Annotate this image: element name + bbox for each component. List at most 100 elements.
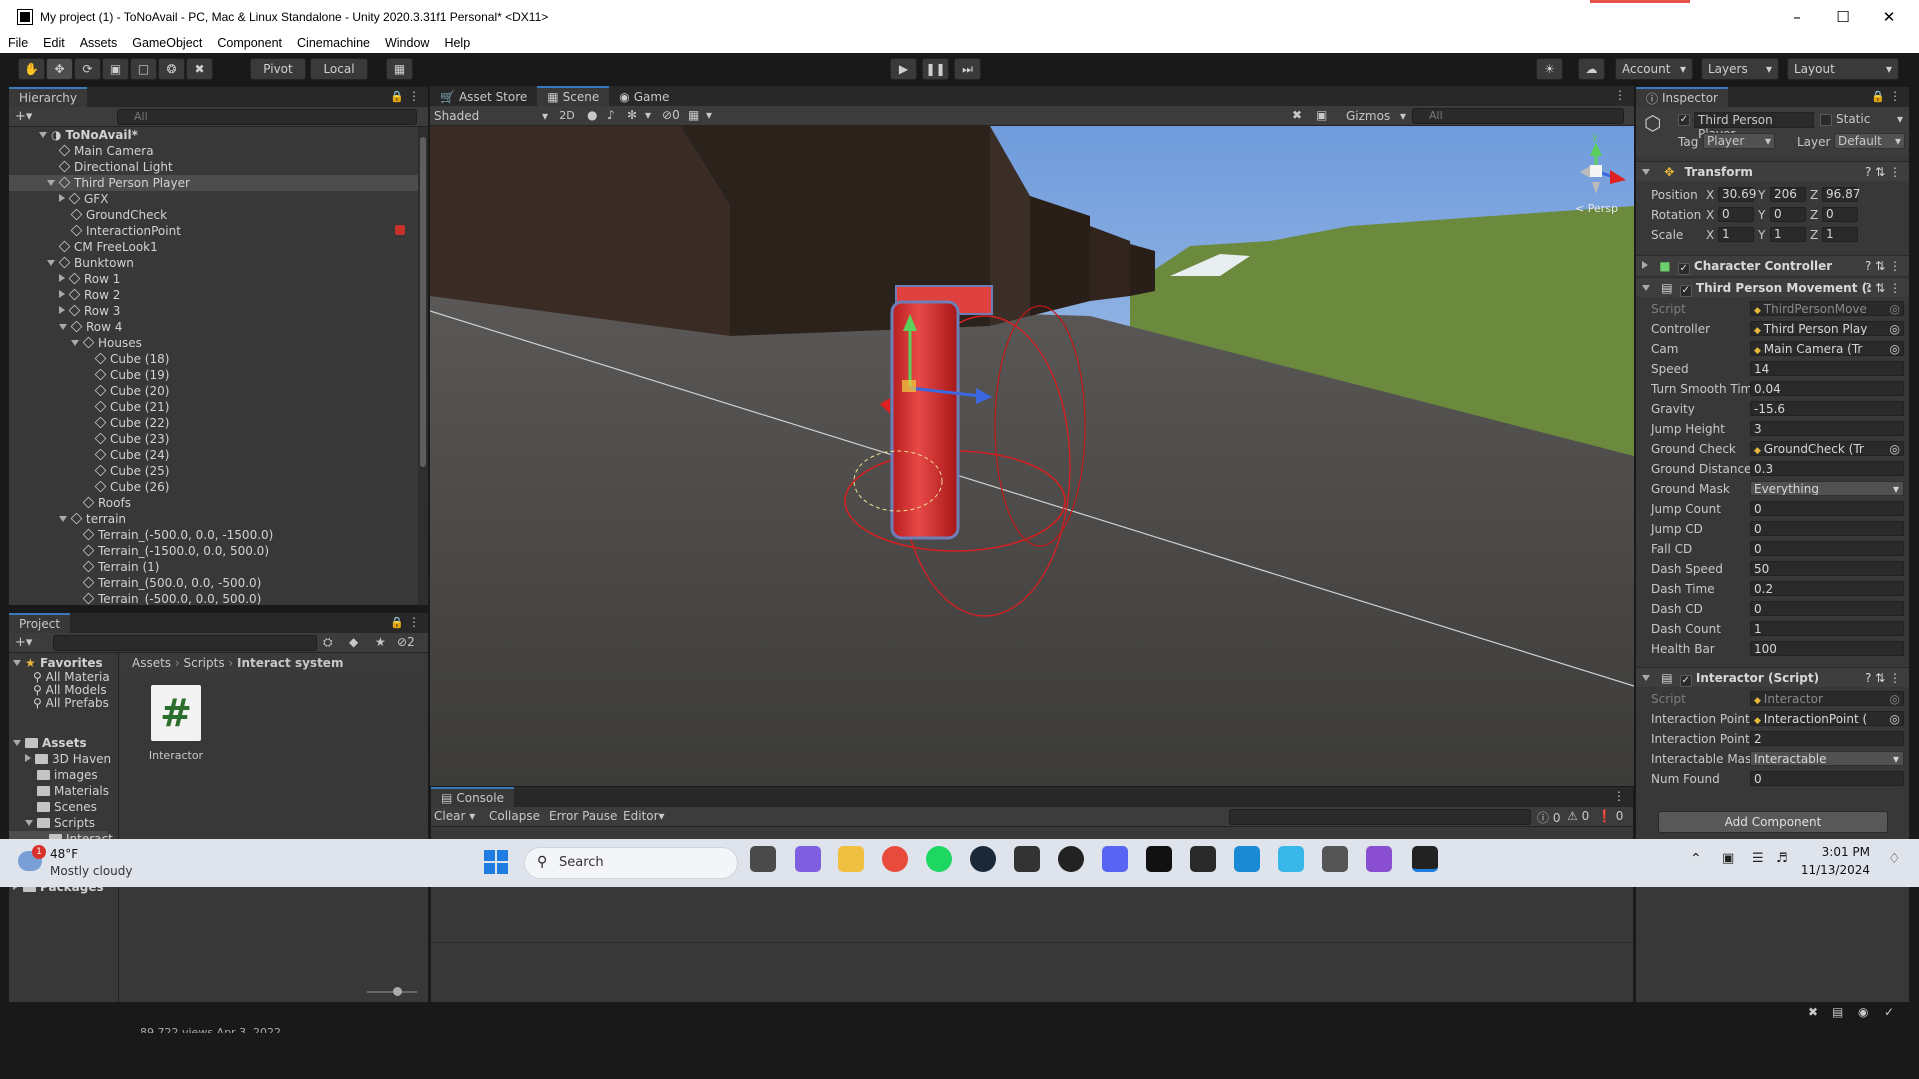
hierarchy-row[interactable]: Terrain_(-500.0, 0.0, 500.0) xyxy=(9,591,418,605)
transform-z-field[interactable]: Z 96.87 xyxy=(1810,187,1860,202)
visual-studio-icon[interactable] xyxy=(1366,846,1392,872)
asset-folder-row[interactable]: Materials xyxy=(9,783,109,799)
object-picker-icon[interactable]: ◎ xyxy=(1890,322,1900,335)
tab-inspector[interactable]: ⓘ Inspector xyxy=(1636,87,1728,107)
vscode-icon[interactable] xyxy=(1234,846,1260,872)
asset-folder-row[interactable]: 3D Haven xyxy=(9,751,111,767)
property-value-field[interactable]: 0 xyxy=(1750,501,1904,516)
breadcrumb-interact-system[interactable]: Interact system xyxy=(237,656,343,670)
tab-project[interactable]: Project xyxy=(9,613,71,633)
debug-icon[interactable]: ✖ xyxy=(1808,1005,1818,1019)
property-value-field[interactable]: ◆ GroundCheck (Tr ◎ xyxy=(1750,441,1904,456)
hierarchy-row[interactable]: Cube (20) xyxy=(9,383,418,399)
custom-tool-icon[interactable]: ✖ xyxy=(186,58,213,80)
menu-window[interactable]: Window xyxy=(377,36,436,50)
more-options-icon[interactable]: ⋮ xyxy=(1613,789,1625,803)
object-picker-icon[interactable]: ◎ xyxy=(1890,302,1900,315)
property-value-field[interactable]: ◆ InteractionPoint (◎ xyxy=(1750,711,1904,726)
weather-temp[interactable]: 48°F xyxy=(50,847,78,861)
log-count[interactable]: ⓘ 0 xyxy=(1537,809,1560,826)
transform-y-field[interactable]: Y0 xyxy=(1758,207,1806,222)
task-view-icon[interactable] xyxy=(750,846,776,872)
chevron-down-icon[interactable]: ▾ xyxy=(706,108,712,122)
weather-desc[interactable]: Mostly cloudy xyxy=(50,864,133,878)
component-enabled-checkbox[interactable]: ✓ xyxy=(1677,263,1690,275)
more-options-icon[interactable]: ⋮ xyxy=(1889,89,1901,103)
close-button[interactable]: ✕ xyxy=(1866,0,1912,33)
hierarchy-search-input[interactable]: All xyxy=(117,109,417,125)
hierarchy-row[interactable]: InteractionPoint xyxy=(9,223,418,239)
scene-search-input[interactable]: All xyxy=(1412,108,1624,124)
warning-count[interactable]: ⚠ 0 xyxy=(1567,809,1589,823)
third-person-movement-header[interactable]: ▤ ✓ Third Person Movement (: ? ⇅ ⋮ xyxy=(1636,277,1909,297)
unity-hub-icon[interactable] xyxy=(1322,846,1348,872)
windows-start-icon[interactable] xyxy=(484,850,508,874)
hierarchy-row[interactable]: GFX xyxy=(9,191,418,207)
property-value-field[interactable]: 0.04 xyxy=(1750,381,1904,396)
capcut-icon[interactable] xyxy=(1146,846,1172,872)
menu-help[interactable]: Help xyxy=(436,36,477,50)
object-picker-icon[interactable]: ◎ xyxy=(1890,442,1900,455)
account-dropdown[interactable]: Account ▾ xyxy=(1615,58,1693,80)
hierarchy-row[interactable]: CM FreeLook1 xyxy=(9,239,418,255)
property-value-field[interactable]: 50 xyxy=(1750,561,1904,576)
hierarchy-row[interactable]: Terrain (1) xyxy=(9,559,418,575)
favorite-star-icon[interactable]: ★ xyxy=(375,635,386,649)
pixel-game-icon[interactable] xyxy=(1014,846,1040,872)
breadcrumb-scripts[interactable]: Scripts xyxy=(184,656,225,670)
layer-dropdown[interactable]: Default ▾ xyxy=(1834,133,1905,149)
component-enabled-checkbox[interactable]: ✓ xyxy=(1679,285,1692,297)
hierarchy-row[interactable]: Main Camera xyxy=(9,143,418,159)
play-button[interactable]: ▶ xyxy=(890,58,917,80)
hierarchy-row[interactable]: Terrain_(500.0, 0.0, -500.0) xyxy=(9,575,418,591)
grid-toggle-icon[interactable]: ▦ xyxy=(688,108,699,122)
spotify-icon[interactable] xyxy=(926,846,952,872)
project-search-input[interactable] xyxy=(53,635,317,651)
property-value-field[interactable]: 0.3 xyxy=(1750,461,1904,476)
move-tool-icon[interactable]: ✥ xyxy=(46,58,73,80)
hierarchy-row[interactable]: GroundCheck xyxy=(9,207,418,223)
component-menu-icons[interactable]: ? ⇅ ⋮ xyxy=(1865,278,1901,298)
interactor-header[interactable]: ▤ ✓ Interactor (Script) ? ⇅ ⋮ xyxy=(1636,667,1909,687)
file-explorer-icon[interactable] xyxy=(838,846,864,872)
tab-scene[interactable]: ▦ Scene xyxy=(537,86,610,106)
hidden-packages-icon[interactable]: ⊘2 xyxy=(397,635,415,649)
maximize-button[interactable]: ☐ xyxy=(1820,0,1866,33)
tab-asset-store[interactable]: 🛒 Asset Store xyxy=(430,86,538,106)
hierarchy-row[interactable]: Cube (25) xyxy=(9,463,418,479)
property-value-field[interactable]: 14 xyxy=(1750,361,1904,376)
character-controller-header[interactable]: ■ ✓ Character Controller ? ⇅ ⋮ xyxy=(1636,255,1909,275)
property-value-field[interactable]: 3 xyxy=(1750,421,1904,436)
property-value-field[interactable]: 0 xyxy=(1750,771,1904,786)
audio-icon[interactable]: ♪ xyxy=(607,108,615,122)
filter-by-label-icon[interactable]: ◆ xyxy=(349,635,358,649)
collab-icon[interactable]: ☀ xyxy=(1536,58,1563,80)
menu-edit[interactable]: Edit xyxy=(35,36,72,50)
hand-tool-icon[interactable]: ✋ xyxy=(18,58,45,80)
transform-y-field[interactable]: Y 206 xyxy=(1758,187,1806,202)
chevron-down-icon[interactable]: ▾ xyxy=(1897,112,1903,126)
discord-icon[interactable] xyxy=(1102,846,1128,872)
auto-generate-icon[interactable]: ◉ xyxy=(1858,1005,1868,1019)
transform-z-field[interactable]: Z0 xyxy=(1810,207,1858,222)
notification-bell-icon[interactable]: ♢ xyxy=(1888,851,1901,867)
editor-dropdown[interactable]: Editor▾ xyxy=(623,809,665,823)
chevron-down-icon[interactable]: ▾ xyxy=(645,108,651,122)
static-checkbox[interactable] xyxy=(1820,114,1832,126)
favorite-item[interactable]: ⚲ All Prefabs xyxy=(9,697,109,710)
hierarchy-row[interactable]: Row 3 xyxy=(9,303,418,319)
property-value-field[interactable]: -15.6 xyxy=(1750,401,1904,416)
obs-icon[interactable] xyxy=(1058,846,1084,872)
volume-icon[interactable]: ♬ xyxy=(1776,851,1788,866)
rotate-tool-icon[interactable]: ⟳ xyxy=(74,58,101,80)
hierarchy-row[interactable]: Row 2 xyxy=(9,287,418,303)
cloud-icon[interactable]: ☁ xyxy=(1578,58,1605,80)
favorites-row[interactable]: ★ Favorites xyxy=(9,655,108,671)
object-name-field[interactable]: Third Person Player xyxy=(1694,112,1814,141)
add-component-button[interactable]: Add Component xyxy=(1658,811,1888,833)
transform-tool-icon[interactable]: ❂ xyxy=(158,58,185,80)
property-value-field[interactable]: 0 xyxy=(1750,601,1904,616)
step-button[interactable]: ⏭ xyxy=(954,58,981,80)
component-enabled-checkbox[interactable]: ✓ xyxy=(1679,675,1692,687)
transform-header[interactable]: ✥ Transform ? ⇅ ⋮ xyxy=(1636,161,1909,181)
